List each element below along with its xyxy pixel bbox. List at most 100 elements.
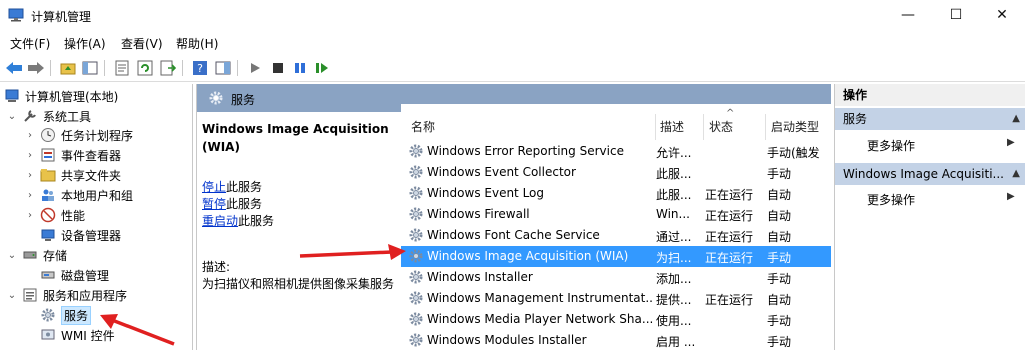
- more-actions-item[interactable]: 更多操作 ▶: [867, 137, 1017, 154]
- stop-service-icon[interactable]: [268, 58, 288, 78]
- collapse-triangle-icon[interactable]: ▲: [1012, 163, 1020, 185]
- tree-item-device-manager[interactable]: 设备管理器: [40, 225, 121, 245]
- actions-group-wia[interactable]: Windows Image Acquisiti... ▲: [835, 163, 1025, 185]
- service-gear-icon: [408, 164, 424, 180]
- properties-icon[interactable]: [112, 58, 132, 78]
- service-gear-icon: [408, 290, 424, 306]
- menu-help[interactable]: 帮助(H): [176, 35, 218, 52]
- computer-management-icon: [8, 8, 24, 22]
- service-startup-type: 手动(触发: [767, 146, 820, 160]
- navigation-tree: 计算机管理(本地) ⌄ 系统工具 › 任务计划程序 › 事件查看器 › 共享文件…: [0, 84, 193, 350]
- restart-service-link[interactable]: 重启动: [202, 214, 238, 228]
- tree-item-shared-folders[interactable]: › 共享文件夹: [24, 165, 121, 185]
- service-row[interactable]: Windows Event Collector 此服... 手动: [401, 162, 831, 183]
- pause-service-icon[interactable]: [290, 58, 310, 78]
- service-gear-icon: [408, 143, 424, 159]
- service-name: Windows Media Player Network Sha...: [427, 312, 653, 326]
- stop-service-link[interactable]: 停止: [202, 180, 226, 194]
- chevron-right-icon[interactable]: ›: [24, 190, 36, 201]
- tree-item-system-tools[interactable]: ⌄ 系统工具: [6, 106, 91, 126]
- column-header-name[interactable]: 名称: [411, 118, 435, 135]
- chevron-right-icon[interactable]: ›: [24, 130, 36, 141]
- back-icon[interactable]: [4, 58, 24, 78]
- column-header-status[interactable]: 状态: [709, 118, 733, 135]
- column-separator[interactable]: [765, 114, 766, 140]
- show-hide-tree-icon[interactable]: [80, 58, 100, 78]
- tree-item-wmi[interactable]: WMI 控件: [40, 325, 115, 345]
- service-description: 添加...: [656, 272, 692, 286]
- service-row[interactable]: Windows Event Log 此服... 正在运行 自动: [401, 183, 831, 204]
- service-row[interactable]: Windows Installer 添加... 手动: [401, 267, 831, 288]
- maximize-button[interactable]: ☐: [933, 0, 979, 31]
- tree-label: 存储: [43, 248, 68, 263]
- column-header-description[interactable]: 描述: [660, 118, 684, 135]
- service-row[interactable]: Windows Media Player Network Sha... 使用...…: [401, 309, 831, 330]
- tree-label: 设备管理器: [61, 228, 122, 243]
- column-header-startup-type[interactable]: 启动类型: [771, 118, 819, 135]
- details-view-icon[interactable]: [213, 58, 233, 78]
- toolbar-separator: [182, 60, 183, 76]
- column-separator[interactable]: [655, 114, 656, 140]
- tree-item-root[interactable]: 计算机管理(本地): [4, 86, 118, 106]
- export-list-icon[interactable]: [158, 58, 178, 78]
- chevron-right-icon[interactable]: ›: [24, 210, 36, 221]
- menu-file[interactable]: 文件(F): [10, 35, 50, 52]
- forward-icon[interactable]: [26, 58, 46, 78]
- tree-item-performance[interactable]: › 性能: [24, 205, 85, 225]
- service-row[interactable]: Windows Modules Installer 启用 ... 手动: [401, 330, 831, 350]
- menu-action[interactable]: 操作(A): [64, 35, 106, 52]
- service-description: 提供...: [656, 293, 692, 307]
- collapse-triangle-icon[interactable]: ▲: [1012, 108, 1020, 130]
- service-row[interactable]: Windows Firewall Win... 正在运行 自动: [401, 204, 831, 225]
- service-name: Windows Installer: [427, 270, 533, 284]
- restart-service-icon[interactable]: [312, 58, 332, 78]
- service-status: 正在运行: [705, 293, 754, 307]
- more-actions-label: 更多操作: [867, 193, 916, 207]
- service-startup-type: 自动: [767, 293, 792, 307]
- refresh-icon[interactable]: [135, 58, 155, 78]
- start-service-disabled-icon[interactable]: [245, 58, 265, 78]
- service-name: Windows Font Cache Service: [427, 228, 600, 242]
- wmi-icon: [40, 327, 56, 343]
- tree-item-services[interactable]: 服务: [40, 305, 92, 325]
- chevron-down-icon[interactable]: ⌄: [6, 111, 18, 122]
- actions-group-label: Windows Image Acquisiti...: [843, 167, 1004, 181]
- service-name: Windows Management Instrumentat...: [427, 291, 653, 305]
- minimize-button[interactable]: —: [885, 0, 931, 31]
- tree-item-local-users[interactable]: › 本地用户和组: [24, 185, 133, 205]
- event-viewer-icon: [40, 147, 56, 163]
- service-row[interactable]: Windows Error Reporting Service 允许... 手动(触…: [401, 141, 831, 162]
- menu-bar: 文件(F) 操作(A) 查看(V) 帮助(H): [0, 31, 1025, 53]
- service-gear-icon: [408, 311, 424, 327]
- link-suffix: 此服务: [226, 180, 263, 194]
- service-row[interactable]: Windows Image Acquisition (WIA) 为扫... 正在运行…: [401, 246, 831, 267]
- service-startup-type: 手动: [767, 167, 792, 181]
- close-button[interactable]: ✕: [979, 0, 1025, 31]
- service-name: Windows Modules Installer: [427, 333, 587, 347]
- shared-folder-icon: [40, 167, 56, 183]
- chevron-right-icon[interactable]: ›: [24, 170, 36, 181]
- tree-label: 共享文件夹: [61, 168, 122, 183]
- help-icon[interactable]: ?: [190, 58, 210, 78]
- chevron-right-icon[interactable]: ›: [24, 150, 36, 161]
- window-title: 计算机管理: [31, 10, 92, 24]
- tree-item-storage[interactable]: ⌄ 存储: [6, 245, 67, 265]
- pause-service-link[interactable]: 暂停: [202, 197, 226, 211]
- chevron-down-icon[interactable]: ⌄: [6, 290, 18, 301]
- more-actions-item[interactable]: 更多操作 ▶: [867, 191, 1017, 208]
- service-startup-type: 自动: [767, 230, 792, 244]
- tree-item-event-viewer[interactable]: › 事件查看器: [24, 145, 121, 165]
- service-row[interactable]: Windows Management Instrumentat... 提供... 正…: [401, 288, 831, 309]
- tree-item-disk-management[interactable]: 磁盘管理: [40, 265, 109, 285]
- chevron-down-icon[interactable]: ⌄: [6, 250, 18, 261]
- actions-group-services[interactable]: 服务 ▲: [835, 108, 1025, 130]
- column-separator[interactable]: [703, 114, 704, 140]
- service-startup-type: 手动: [767, 272, 792, 286]
- service-description: 此服...: [656, 188, 692, 202]
- tree-label: 磁盘管理: [61, 268, 110, 283]
- tree-item-task-scheduler[interactable]: › 任务计划程序: [24, 125, 133, 145]
- tree-item-services-apps[interactable]: ⌄ 服务和应用程序: [6, 285, 127, 305]
- up-folder-icon[interactable]: [58, 58, 78, 78]
- service-row[interactable]: Windows Font Cache Service 通过... 正在运行 自动: [401, 225, 831, 246]
- menu-view[interactable]: 查看(V): [121, 35, 163, 52]
